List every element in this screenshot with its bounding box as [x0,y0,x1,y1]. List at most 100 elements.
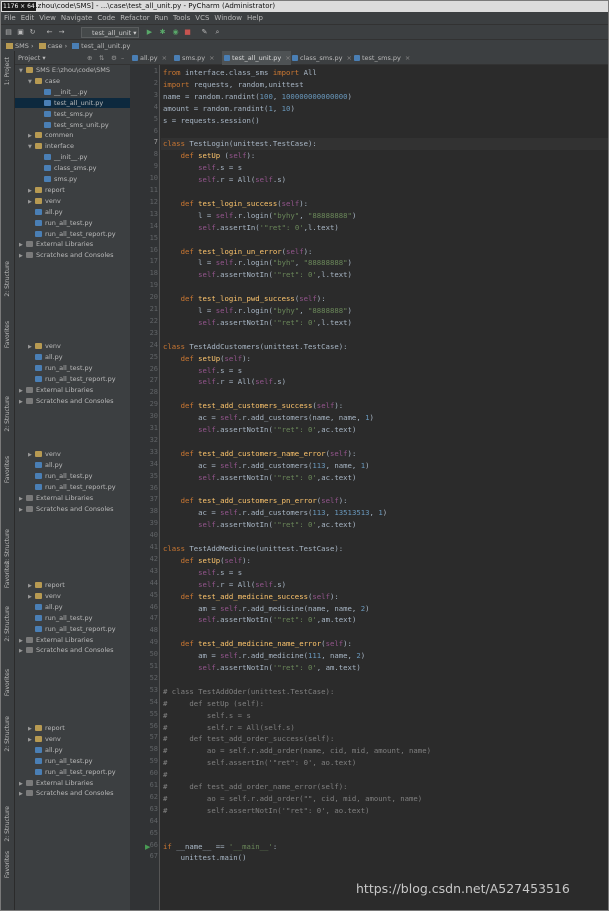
code-line[interactable]: def test_add_customers_pn_error(self): [161,495,608,507]
tree-file-item[interactable]: __init__.py [15,87,130,98]
code-line[interactable]: # self.s = s [161,710,608,722]
tree-file-item[interactable]: all.py [15,207,130,218]
code-line[interactable]: # def test_add_order_name_error(self): [161,781,608,793]
tree-file-item[interactable]: test_all_unit.py [15,97,130,109]
side-tab--project[interactable]: 1: Project [3,57,12,85]
code-line[interactable] [161,626,608,638]
code-line[interactable]: self.r = All(self.s) [161,174,608,186]
editor-tab-test-sms-py[interactable]: test_sms.py × [352,51,410,65]
side-tab-favorites[interactable]: Favorites [3,669,12,696]
back-icon[interactable]: ← [45,28,54,37]
menu-item-navigate[interactable]: Navigate [61,14,92,22]
chevron-right-icon[interactable]: ▶ [28,342,35,352]
collapse-icon[interactable]: ⇅ [99,51,104,65]
close-icon[interactable]: × [209,54,214,62]
code-line[interactable]: ac = self.r.add_customers(113, name, 1) [161,460,608,472]
tree-file-item[interactable]: run_all_test.py [15,471,130,482]
code-line[interactable]: self.assertNotIn('"ret": 0',ac.text) [161,519,608,531]
code-line[interactable]: def setUp(self): [161,555,608,567]
menu-item-edit[interactable]: Edit [21,14,35,22]
tree-file-item[interactable]: run_all_test.py [15,363,130,374]
tree-file-item[interactable]: all.py [15,352,130,363]
code-line[interactable]: # def test_add_order_success(self): [161,733,608,745]
tree-folder-item[interactable]: ▶ report [15,723,130,734]
tree-file-item[interactable]: all.py [15,460,130,471]
code-line[interactable]: # [161,769,608,781]
side-tab-favorites[interactable]: Favorites [3,851,12,878]
code-line[interactable]: class TestLogin(unittest.TestCase): [161,138,608,151]
tree-folder-item[interactable]: ▶ venv [15,196,130,207]
menu-item-run[interactable]: Run [155,14,168,22]
code-line[interactable]: def test_login_un_error(self): [161,246,608,258]
code-line[interactable] [161,674,608,686]
code-line[interactable]: class TestAddCustomers(unittest.TestCase… [161,341,608,353]
tree-folder-item[interactable]: ▶ venv [15,591,130,602]
tree-file-item[interactable]: run_all_test.py [15,756,130,767]
chevron-down-icon[interactable]: ▼ [19,66,26,76]
tree-folder-item[interactable]: ▼ case [15,76,130,87]
code-line[interactable]: def test_login_pwd_success(self): [161,293,608,305]
tree-file-item[interactable]: run_all_test_report.py [15,229,130,240]
side-tab--structure[interactable]: 2: Structure [3,716,12,752]
menu-item-code[interactable]: Code [97,14,115,22]
tree-library-item[interactable]: ▶ Scratches and Consoles [15,504,130,515]
code-line[interactable]: self.assertIn('"ret": 0',l.text) [161,222,608,234]
tree-folder-item[interactable]: ▶ commen [15,130,130,141]
code-line[interactable] [161,388,608,400]
side-tab--structure[interactable]: 2: Structure [3,606,12,642]
code-line[interactable]: self.r = All(self.s) [161,376,608,388]
tree-file-item[interactable]: run_all_test.py [15,218,130,229]
editor-tab-class-sms-py[interactable]: class_sms.py × [290,51,352,65]
project-view-label[interactable]: Project [18,54,40,62]
code-line[interactable]: self.assertNotIn('"ret": 0', am.text) [161,662,608,674]
open-folder-icon[interactable]: ▤ [4,28,13,37]
sync-icon[interactable]: ↻ [28,28,37,37]
code-area[interactable]: from interface.class_sms import All impor… [161,65,608,910]
tree-file-item[interactable]: all.py [15,745,130,756]
side-tab--structure[interactable]: 2: Structure [3,261,12,297]
code-line[interactable]: def test_add_customers_success(self): [161,400,608,412]
tree-file-item[interactable]: test_sms.py [15,109,130,120]
code-line[interactable] [161,817,608,829]
tree-library-item[interactable]: ▶ External Libraries [15,239,130,250]
tree-file-item[interactable]: run_all_test.py [15,613,130,624]
code-line[interactable]: l = self.r.login("byh", "88888888") [161,257,608,269]
tree-library-item[interactable]: ▶ External Libraries [15,385,130,396]
code-line[interactable]: self.assertNotIn('"ret": 0',l.text) [161,317,608,329]
code-line[interactable]: # ao = self.r.add_order("", cid, mid, am… [161,793,608,805]
code-line[interactable]: def test_login_success(self): [161,198,608,210]
tree-file-item[interactable]: all.py [15,602,130,613]
code-line[interactable]: self.assertNotIn('"ret": 0',ac.text) [161,472,608,484]
stop-icon[interactable]: ■ [183,28,192,37]
menu-item-refactor[interactable]: Refactor [120,14,149,22]
code-line[interactable]: class TestAddMedicine(unittest.TestCase)… [161,543,608,555]
tree-file-item[interactable]: __init__.py [15,152,130,163]
code-line[interactable]: self.assertNotIn('"ret": 0',ac.text) [161,424,608,436]
tree-library-item[interactable]: ▶ External Libraries [15,493,130,504]
code-line[interactable]: ac = self.r.add_customers(113, 13513513,… [161,507,608,519]
code-line[interactable]: # def setUp (self): [161,698,608,710]
code-line[interactable] [161,234,608,246]
wrench-icon[interactable]: ✎ [200,28,209,37]
tree-folder-item[interactable]: ▼ interface [15,141,130,152]
code-line[interactable]: self.assertNotIn('"ret": 0',l.text) [161,269,608,281]
chevron-right-icon[interactable]: ▶ [28,592,35,602]
code-line[interactable]: self.s = s [161,567,608,579]
editor-tab-sms-py[interactable]: sms.py × [172,51,215,65]
menu-item-tools[interactable]: Tools [173,14,190,22]
chevron-down-icon[interactable]: ▼ [28,142,35,152]
code-line[interactable]: # self.assertNotIn('"ret": 0', ao.text) [161,805,608,817]
debug-icon[interactable]: ✱ [158,28,167,37]
code-line[interactable] [161,436,608,448]
code-line[interactable]: amount = random.randint(1, 10) [161,103,608,115]
side-tab-favorites[interactable]: Favorites [3,456,12,483]
code-line[interactable]: self.r = All(self.s) [161,579,608,591]
tree-folder-item[interactable]: ▶ report [15,185,130,196]
search-icon[interactable]: ⌕ [213,28,222,37]
code-line[interactable]: def test_add_medicine_success(self): [161,591,608,603]
code-line[interactable]: s = requests.session() [161,115,608,127]
code-line[interactable] [161,186,608,198]
code-line[interactable]: import requests, random,unittest [161,79,608,91]
chevron-right-icon[interactable]: ▶ [28,724,35,734]
breadcrumb-item[interactable]: case [48,42,63,50]
